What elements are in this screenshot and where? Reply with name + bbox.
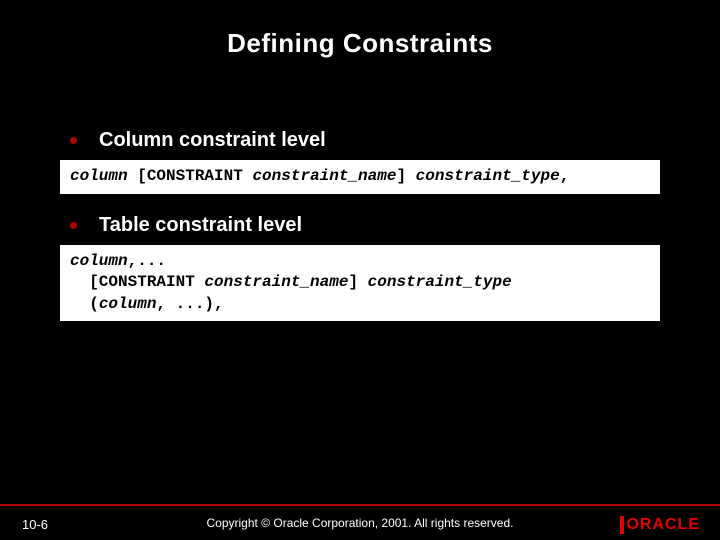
code-token: column xyxy=(70,252,128,270)
code-token: , xyxy=(560,167,570,185)
code-token: constraint_name xyxy=(204,273,348,291)
bullet-icon xyxy=(70,137,77,144)
slide: Defining Constraints Column constraint l… xyxy=(0,0,720,540)
bullet-text: Column constraint level xyxy=(99,129,326,152)
code-token: column xyxy=(70,167,128,185)
bullet-text: Table constraint level xyxy=(99,214,302,237)
code-token: [CONSTRAINT xyxy=(128,167,253,185)
logo-text: ORACLE xyxy=(626,516,700,534)
bullet-icon xyxy=(70,222,77,229)
code-token: ,... xyxy=(128,252,166,270)
code-token: ] xyxy=(396,167,415,185)
bullet-item: Column constraint level xyxy=(60,129,660,152)
code-token: constraint_type xyxy=(416,167,560,185)
code-token: , ...), xyxy=(156,295,223,313)
code-token: constraint_type xyxy=(368,273,512,291)
bullet-item: Table constraint level xyxy=(60,214,660,237)
code-token: ] xyxy=(348,273,367,291)
slide-content: Column constraint level column [CONSTRAI… xyxy=(0,59,720,321)
code-token: column xyxy=(99,295,157,313)
code-token: [CONSTRAINT xyxy=(70,273,204,291)
code-token: ( xyxy=(70,295,99,313)
code-token: constraint_name xyxy=(252,167,396,185)
slide-title: Defining Constraints xyxy=(0,0,720,59)
code-block-column-level: column [CONSTRAINT constraint_name] cons… xyxy=(60,160,660,194)
slide-number: 10-6 xyxy=(22,517,48,532)
copyright-text: Copyright © Oracle Corporation, 2001. Al… xyxy=(0,516,720,530)
oracle-logo: ORACLE xyxy=(620,516,700,534)
footer: 10-6 Copyright © Oracle Corporation, 200… xyxy=(0,504,720,540)
code-block-table-level: column,... [CONSTRAINT constraint_name] … xyxy=(60,245,660,322)
logo-bar-icon xyxy=(620,516,624,534)
